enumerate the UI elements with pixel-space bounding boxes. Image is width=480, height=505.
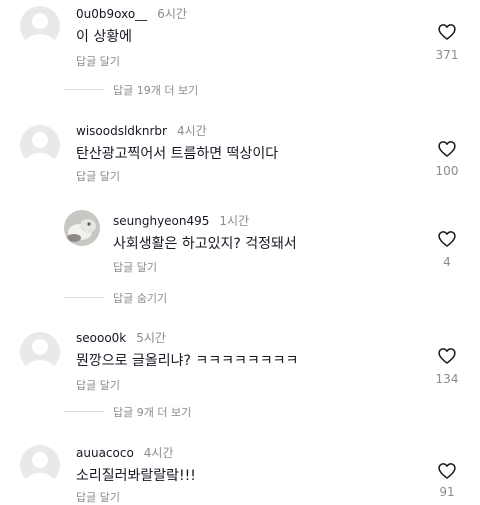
heart-icon[interactable] <box>437 22 457 42</box>
like-count: 134 <box>435 372 459 386</box>
hide-replies-button[interactable]: 답글 숨기기 <box>113 290 167 306</box>
heart-icon[interactable] <box>437 229 457 249</box>
default-avatar-icon <box>25 339 55 372</box>
reply-button[interactable]: 답글 달기 <box>76 377 120 393</box>
view-replies-button[interactable]: 답글 19개 더 보기 <box>113 82 198 98</box>
avatar[interactable] <box>20 445 60 485</box>
avatar[interactable] <box>64 210 100 246</box>
avatar[interactable] <box>20 332 60 372</box>
avatar[interactable] <box>20 125 60 165</box>
thread-divider <box>64 89 104 90</box>
heart-icon[interactable] <box>437 139 457 159</box>
timestamp: 4시간 <box>176 124 207 138</box>
comment-text: 탄산광고찍어서 트름하면 떡상이다 <box>76 146 279 162</box>
reply-button[interactable]: 답글 달기 <box>76 489 120 505</box>
like-count: 4 <box>443 255 451 269</box>
comment-text: 사회생활은 하고있지? 걱정돼서 <box>113 236 297 252</box>
timestamp: 6시간 <box>157 7 187 21</box>
profile-photo <box>64 210 100 246</box>
default-avatar-icon <box>25 452 55 485</box>
timestamp: 4시간 <box>143 446 174 460</box>
thread-divider <box>64 297 104 298</box>
like-count: 91 <box>439 485 455 499</box>
comment-text: 뭔깡으로 글올리냐? ㅋㅋㅋㅋㅋㅋㅋㅋ <box>76 353 299 369</box>
thread-divider <box>64 411 104 412</box>
username[interactable]: auuacoco <box>76 446 134 460</box>
comment-header: 0u0b9oxo__ 6시간 <box>76 5 187 22</box>
default-avatar-icon <box>25 132 55 165</box>
timestamp: 1시간 <box>219 214 250 228</box>
comment-header: seunghyeon495 1시간 <box>113 212 249 229</box>
heart-icon[interactable] <box>437 461 457 481</box>
username[interactable]: seooo0k <box>76 331 126 345</box>
comment-header: seooo0k 5시간 <box>76 329 166 346</box>
timestamp: 5시간 <box>136 331 166 345</box>
username[interactable]: 0u0b9oxo__ <box>76 7 147 21</box>
comment-header: wisoodsldknrbr 4시간 <box>76 122 207 139</box>
username[interactable]: wisoodsldknrbr <box>76 124 167 138</box>
username[interactable]: seunghyeon495 <box>113 214 209 228</box>
reply-button[interactable]: 답글 달기 <box>113 259 157 275</box>
comment-text: 이 상황에 <box>76 29 132 45</box>
like-count: 100 <box>435 164 459 178</box>
reply-button[interactable]: 답글 달기 <box>76 168 120 184</box>
reply-button[interactable]: 답글 달기 <box>76 53 120 69</box>
like-count: 371 <box>435 48 459 62</box>
comment-header: auuacoco 4시간 <box>76 444 174 461</box>
heart-icon[interactable] <box>437 346 457 366</box>
avatar[interactable] <box>20 6 60 46</box>
view-replies-button[interactable]: 답글 9개 더 보기 <box>113 404 191 420</box>
default-avatar-icon <box>25 13 55 46</box>
comment-text: 소리질러봐랄랄랔!!! <box>76 468 196 484</box>
